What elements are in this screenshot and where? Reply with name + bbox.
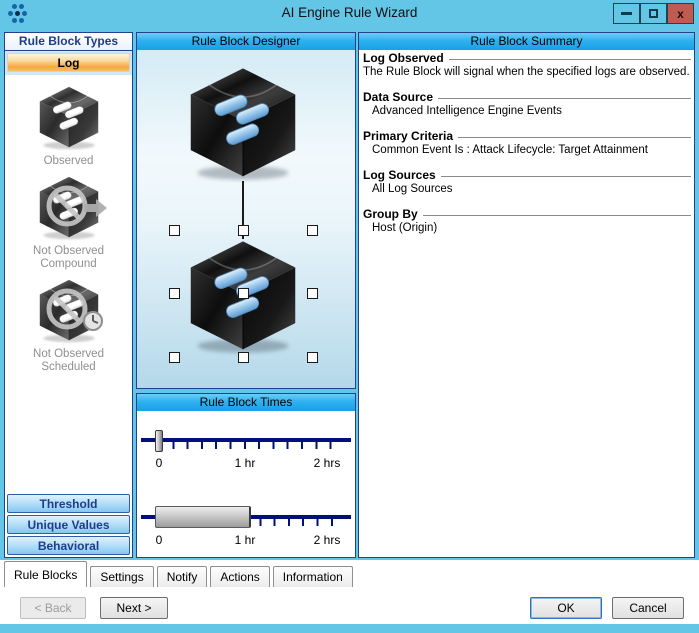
selection-handle-mid-left[interactable] <box>169 288 180 299</box>
wizard-tab-strip: Rule Blocks Settings Notify Actions Info… <box>4 561 356 587</box>
selection-handle-bottom-right[interactable] <box>307 352 318 363</box>
unique-values-type-button[interactable]: Unique Values <box>7 515 130 534</box>
clock-icon <box>82 311 103 331</box>
section-title: Log Sources <box>363 168 436 182</box>
section-text: Host (Origin) <box>372 222 438 234</box>
section-divider <box>458 137 691 138</box>
rule-block-summary-body: Log Observed The Rule Block will signal … <box>359 50 694 557</box>
selection-handle-mid-right[interactable] <box>307 288 318 299</box>
rule-block-times-body: 0 1 hr 2 hrs 0 1 hr 2 hrs <box>137 411 355 557</box>
rule-block-times-header: Rule Block Times <box>137 394 355 412</box>
summary-section-data-source: Data Source Advanced Intelligence Engine… <box>363 91 691 118</box>
rule-block-designer-header: Rule Block Designer <box>137 33 355 51</box>
back-button[interactable]: < Back <box>20 597 86 619</box>
title-bar: AI Engine Rule Wizard x <box>0 0 699 28</box>
selection-handle-bottom-center[interactable] <box>238 352 249 363</box>
selection-handle-top-left[interactable] <box>169 225 180 236</box>
cube-observed-icon <box>36 85 102 151</box>
rule-block-summary-header: Rule Block Summary <box>359 33 694 51</box>
cube-not-observed-scheduled-icon <box>36 278 103 344</box>
timeline-2-label-0: 0 <box>155 533 163 547</box>
minimize-button[interactable] <box>613 3 640 24</box>
summary-section-primary-criteria: Primary Criteria Common Event Is : Attac… <box>363 130 691 157</box>
rule-block-summary-panel: Rule Block Summary Log Observed The Rule… <box>358 32 695 558</box>
timeline-1-label-1hr: 1 hr <box>234 456 256 470</box>
tab-settings[interactable]: Settings <box>90 566 154 587</box>
tab-rule-blocks[interactable]: Rule Blocks <box>4 561 88 587</box>
log-button-strip: Log <box>5 51 132 75</box>
next-button[interactable]: Next > <box>100 597 168 619</box>
cancel-button[interactable]: Cancel <box>612 597 684 619</box>
section-divider <box>438 98 691 99</box>
summary-section-group-by: Group By Host (Origin) <box>363 208 691 235</box>
section-text: All Log Sources <box>372 183 453 195</box>
designer-canvas[interactable] <box>137 50 355 388</box>
behavioral-type-button[interactable]: Behavioral <box>7 536 130 555</box>
rule-block-types-header: Rule Block Types <box>5 33 132 51</box>
timeline-2-label-1hr: 1 hr <box>234 533 256 547</box>
summary-section-log-sources: Log Sources All Log Sources <box>363 169 691 196</box>
type-item-observed[interactable]: Observed <box>19 85 119 168</box>
section-title: Group By <box>363 207 418 221</box>
section-title: Log Observed <box>363 51 444 65</box>
selection-handle-center[interactable] <box>238 288 249 299</box>
timeline-1-label-2hrs: 2 hrs <box>313 456 341 470</box>
section-divider <box>440 176 691 177</box>
window-title: AI Engine Rule Wizard <box>281 5 418 20</box>
summary-section-log-observed: Log Observed The Rule Block will signal … <box>363 52 691 79</box>
selection-handle-top-right[interactable] <box>307 225 318 236</box>
section-divider <box>448 59 691 60</box>
selection-handle-bottom-left[interactable] <box>169 352 180 363</box>
section-title: Primary Criteria <box>363 129 454 143</box>
more-type-buttons: Threshold Unique Values Behavioral <box>5 492 132 557</box>
section-divider <box>422 215 691 216</box>
timeline-1-ticks <box>158 442 333 449</box>
footer-area: Rule Blocks Settings Notify Actions Info… <box>0 560 699 624</box>
rule-block-type-list: Observed Not Observed Compound Not Obser… <box>5 75 132 381</box>
rule-block-types-panel: Rule Block Types Log Observed Not Observ… <box>4 32 133 558</box>
prohibition-icon <box>46 185 87 227</box>
maximize-button[interactable] <box>640 3 667 24</box>
arrow-right-icon <box>83 199 107 217</box>
parent-rule-block-cube[interactable] <box>184 65 302 183</box>
threshold-type-button[interactable]: Threshold <box>7 494 130 513</box>
tab-notify[interactable]: Notify <box>156 566 208 587</box>
type-label: Observed <box>43 155 94 167</box>
timeline-2-label-2hrs: 2 hrs <box>313 533 341 547</box>
cube-not-observed-compound-icon <box>36 175 107 241</box>
timeline-1-slider-handle[interactable] <box>155 430 163 452</box>
log-type-button[interactable]: Log <box>7 53 130 72</box>
type-label: Not Observed Scheduled <box>33 348 104 373</box>
type-item-not-observed-scheduled[interactable]: Not Observed Scheduled <box>19 278 119 374</box>
tab-actions[interactable]: Actions <box>210 566 270 587</box>
tab-information[interactable]: Information <box>272 566 353 587</box>
section-title: Data Source <box>363 90 434 104</box>
timeline-2-range-bar[interactable] <box>155 506 251 528</box>
minimize-icon <box>621 12 632 15</box>
maximize-icon <box>649 9 658 18</box>
close-icon: x <box>677 6 684 21</box>
close-button[interactable]: x <box>667 3 694 24</box>
section-text: Common Event Is : Attack Lifecycle: Targ… <box>372 144 648 156</box>
timeline-2-ticks <box>245 519 333 526</box>
rule-block-times-panel: Rule Block Times 0 1 hr 2 hrs 0 1 hr 2 h… <box>136 393 356 558</box>
section-text: The Rule Block will signal when the spec… <box>363 66 690 78</box>
section-text: Advanced Intelligence Engine Events <box>372 105 562 117</box>
ok-button[interactable]: OK <box>530 597 602 619</box>
type-item-not-observed-compound[interactable]: Not Observed Compound <box>19 175 119 271</box>
timeline-1-label-0: 0 <box>155 456 163 470</box>
selection-handle-top-center[interactable] <box>238 225 249 236</box>
type-label: Not Observed Compound <box>33 245 104 270</box>
rule-block-designer-panel: Rule Block Designer <box>136 32 356 389</box>
